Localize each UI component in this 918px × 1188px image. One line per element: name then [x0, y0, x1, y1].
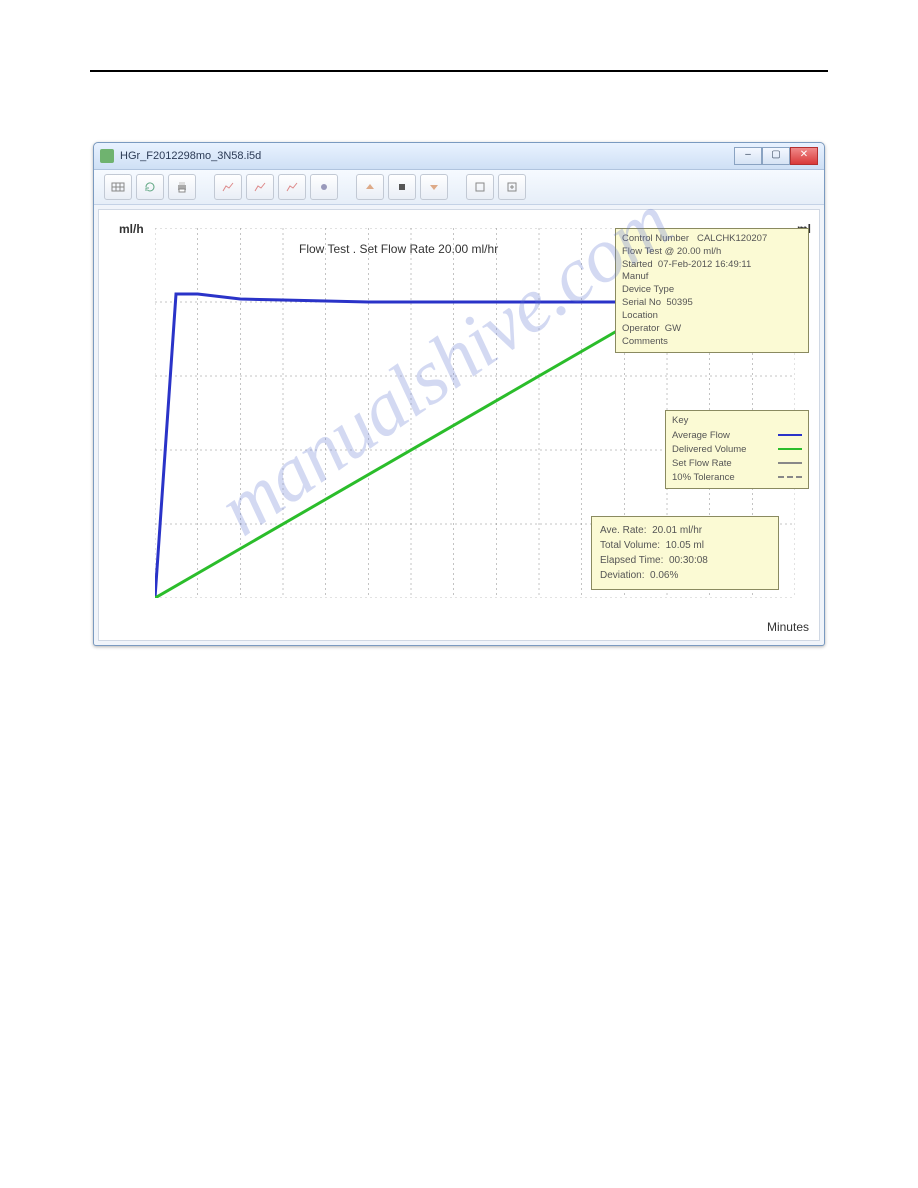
stats-ave-value: 20.01 ml/hr: [652, 525, 702, 536]
info-device: Device Type: [622, 284, 802, 297]
horizontal-rule: [90, 70, 828, 72]
legend-label-tol: 10% Tolerance: [672, 472, 774, 483]
stats-elapsed-value: 00:30:08: [669, 555, 708, 566]
legend-row-tolerance: 10% Tolerance: [672, 470, 802, 484]
info-control-value: CALCHK120207: [697, 233, 767, 244]
stats-ave-label: Ave. Rate:: [600, 525, 647, 536]
minimize-button[interactable]: –: [734, 147, 762, 165]
info-serial-value: 50395: [666, 297, 692, 308]
info-panel: Control Number CALCHK120207 Flow Test @ …: [615, 228, 809, 353]
toolbar-down-icon[interactable]: [420, 174, 448, 200]
toolbar-refresh-icon[interactable]: [136, 174, 164, 200]
info-serial-label: Serial No: [622, 297, 661, 308]
toolbar-settings-icon[interactable]: [310, 174, 338, 200]
info-comments: Comments: [622, 336, 802, 349]
toolbar-up-icon[interactable]: [356, 174, 384, 200]
toolbar-chart3-icon[interactable]: [278, 174, 306, 200]
toolbar: [94, 170, 824, 205]
legend-label-avg: Average Flow: [672, 430, 774, 441]
app-icon: [100, 149, 114, 163]
x-axis-label: Minutes: [767, 620, 809, 634]
application-window: HGr_F2012298mo_3N58.i5d – ▢ ✕: [93, 142, 825, 646]
y-axis-left-label: ml/h: [119, 222, 144, 236]
stats-dev-label: Deviation:: [600, 570, 644, 581]
info-operator-label: Operator: [622, 323, 660, 334]
close-button[interactable]: ✕: [790, 147, 818, 165]
info-started-value: 07-Feb-2012 16:49:11: [658, 259, 751, 270]
legend-label-set: Set Flow Rate: [672, 458, 774, 469]
window-titlebar: HGr_F2012298mo_3N58.i5d – ▢ ✕: [94, 143, 824, 170]
legend-label-vol: Delivered Volume: [672, 444, 774, 455]
legend-row-setflow: Set Flow Rate: [672, 456, 802, 470]
stats-vol-value: 10.05 ml: [666, 540, 704, 551]
toolbar-stop-icon[interactable]: [388, 174, 416, 200]
legend-row-avg-flow: Average Flow: [672, 428, 802, 442]
info-flowtest: Flow Test @ 20.00 ml/h: [622, 246, 802, 259]
info-location: Location: [622, 310, 802, 323]
stats-elapsed-label: Elapsed Time:: [600, 555, 663, 566]
toolbar-chart1-icon[interactable]: [214, 174, 242, 200]
legend-row-delivered: Delivered Volume: [672, 442, 802, 456]
info-manuf: Manuf: [622, 271, 802, 284]
window-title: HGr_F2012298mo_3N58.i5d: [120, 150, 261, 162]
stats-panel: Ave. Rate: 20.01 ml/hr Total Volume: 10.…: [591, 516, 779, 590]
legend-panel: Key Average Flow Delivered Volume Set Fl…: [665, 410, 809, 489]
maximize-button[interactable]: ▢: [762, 147, 790, 165]
stats-dev-value: 0.06%: [650, 570, 678, 581]
toolbar-chart2-icon[interactable]: [246, 174, 274, 200]
info-operator-value: GW: [665, 323, 681, 334]
toolbar-print-icon[interactable]: [168, 174, 196, 200]
toolbar-zoomout-icon[interactable]: [466, 174, 494, 200]
toolbar-grid-icon[interactable]: [104, 174, 132, 200]
toolbar-zoomin-icon[interactable]: [498, 174, 526, 200]
chart-area: ml/h ml Minutes Flow Test . Set Flow Rat…: [98, 209, 820, 641]
stats-vol-label: Total Volume:: [600, 540, 660, 551]
legend-title: Key: [672, 415, 802, 426]
info-started-label: Started: [622, 259, 653, 270]
info-control-label: Control Number: [622, 233, 689, 244]
